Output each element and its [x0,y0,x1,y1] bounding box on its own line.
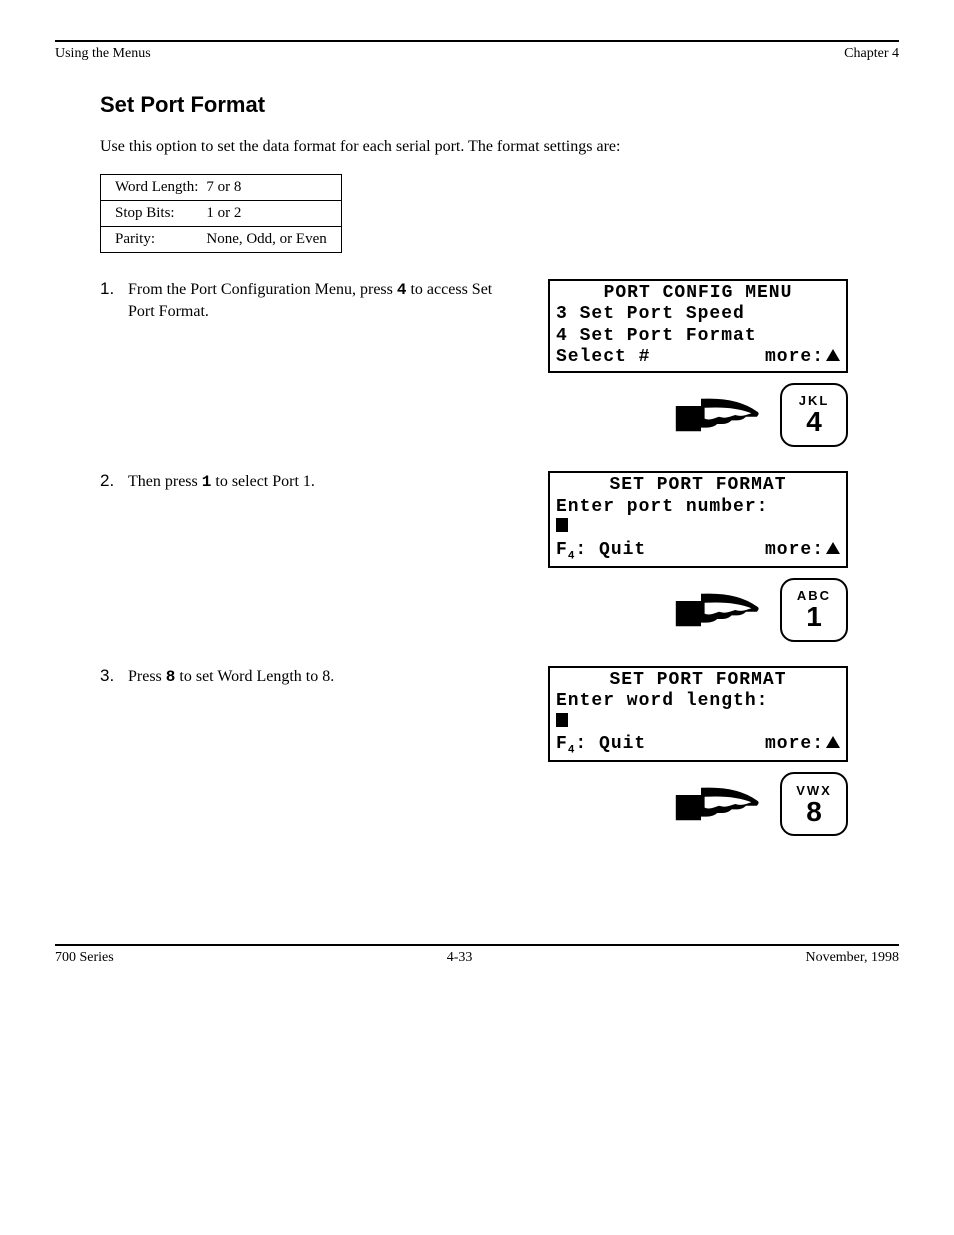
intro-text: Use this option to set the data format f… [100,136,860,158]
setting-value: 7 or 8 [204,174,341,200]
screen-bottom-line: F4: Quitmore: [556,540,840,564]
instruction-step: 3.Press 8 to set Word Length to 8. SET PO… [100,666,899,855]
step-number: 2. [100,471,128,491]
up-arrow-icon [826,736,840,748]
screen-title: SET PORT FORMAT [556,670,840,692]
header-doc: Using the Menus [55,46,151,62]
footer-page: 4-33 [447,950,473,966]
step-number: 1. [100,279,128,299]
screen-title: SET PORT FORMAT [556,475,840,497]
instruction-step: 2.Then press 1 to select Port 1. SET PORT… [100,471,899,660]
pointing-hand-icon [674,582,764,638]
footer-right: November, 1998 [805,950,899,966]
key-number: 4 [806,408,822,436]
press-key-illustration: ABC1 [548,578,848,642]
press-key-illustration: JKL4 [548,383,848,447]
device-screen: SET PORT FORMATEnter word length: F4: Qui… [548,666,848,763]
page-footer: 700 Series 4-33 November, 1998 [55,944,899,966]
step-text: Then press 1 to select Port 1. [128,471,518,494]
setting-label: Word Length: [101,174,205,200]
pointing-hand-icon [674,776,764,832]
screen-cursor-line [556,713,840,735]
screen-bottom-line: Select #more: [556,347,840,369]
setting-label: Stop Bits: [101,200,205,226]
screen-cursor-line [556,518,840,540]
table-row: Word Length:7 or 8 [101,174,342,200]
section-title: Set Port Format [100,92,899,118]
keypad-key[interactable]: ABC1 [780,578,848,642]
key-number: 1 [806,603,822,631]
up-arrow-icon [826,349,840,361]
footer-left: 700 Series [55,950,114,966]
screen-bottom-line: F4: Quitmore: [556,734,840,758]
format-settings-table: Word Length:7 or 8Stop Bits:1 or 2Parity… [100,174,342,253]
up-arrow-icon [826,542,840,554]
page-header: Using the Menus Chapter 4 [55,46,899,62]
cursor-icon [556,518,568,532]
instruction-step: 1.From the Port Configuration Menu, pres… [100,279,899,465]
pointing-hand-icon [674,387,764,443]
setting-label: Parity: [101,226,205,252]
step-text: Press 8 to set Word Length to 8. [128,666,518,689]
screen-line: Enter port number: [556,497,840,519]
screen-line: 3 Set Port Speed [556,304,840,326]
table-row: Stop Bits:1 or 2 [101,200,342,226]
step-number: 3. [100,666,128,686]
step-text: From the Port Configuration Menu, press … [128,279,518,323]
screen-title: PORT CONFIG MENU [556,283,840,305]
screen-line: Enter word length: [556,691,840,713]
device-screen: PORT CONFIG MENU3 Set Port Speed4 Set Po… [548,279,848,373]
keypad-key[interactable]: JKL4 [780,383,848,447]
screen-line: 4 Set Port Format [556,326,840,348]
setting-value: 1 or 2 [204,200,341,226]
keypad-key[interactable]: VWX8 [780,772,848,836]
key-number: 8 [806,798,822,826]
device-screen: SET PORT FORMATEnter port number: F4: Qui… [548,471,848,568]
setting-value: None, Odd, or Even [204,226,341,252]
press-key-illustration: VWX8 [548,772,848,836]
header-chapter: Chapter 4 [844,46,899,62]
table-row: Parity:None, Odd, or Even [101,226,342,252]
cursor-icon [556,713,568,727]
